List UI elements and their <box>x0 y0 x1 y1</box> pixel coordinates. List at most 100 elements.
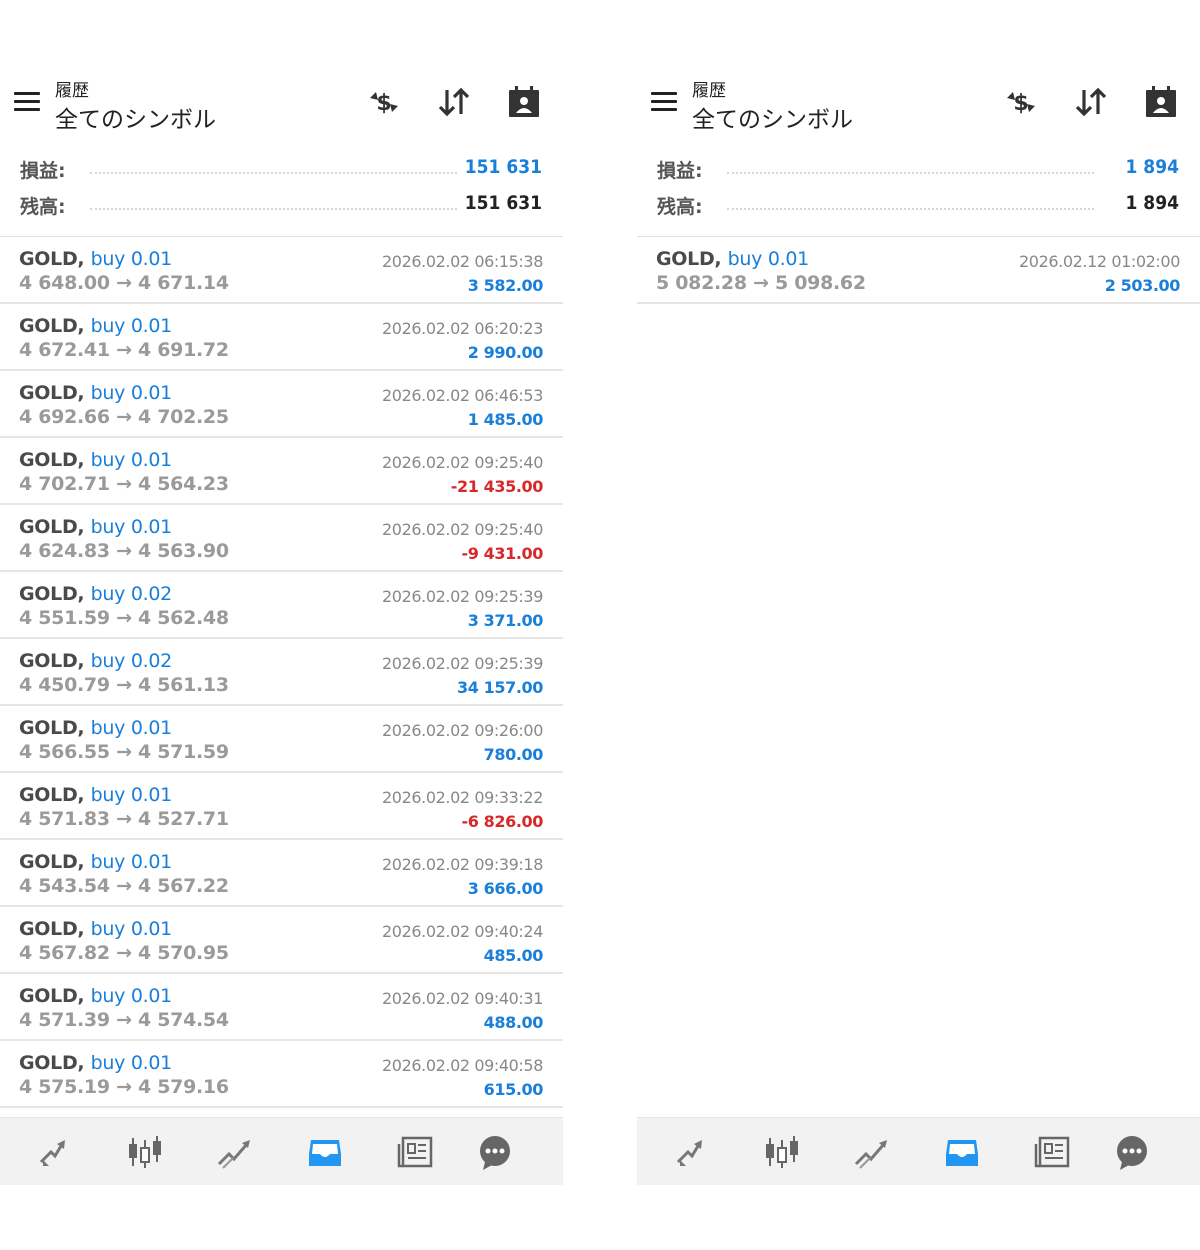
bottom-nav <box>637 1117 1200 1185</box>
currency-exchange-icon[interactable]: $ <box>1001 82 1041 122</box>
deal-prices: 4 624.83 → 4 563.90 <box>19 540 229 562</box>
deal-symbol: GOLD, buy 0.01 <box>19 449 172 471</box>
profit-value: 1 894 <box>1125 156 1179 178</box>
summary-balance-row: 残高: 1 894 <box>637 188 1200 224</box>
deal-profit: 3 371.00 <box>467 611 544 630</box>
calendar-icon[interactable] <box>504 82 544 122</box>
deal-time: 2026.02.02 09:40:31 <box>382 989 543 1008</box>
deal-prices: 4 692.66 → 4 702.25 <box>19 406 229 428</box>
deal-type-volume: buy 0.01 <box>90 248 173 270</box>
header-section-label: 履歴 <box>55 81 89 101</box>
history-inbox-icon[interactable] <box>305 1132 345 1172</box>
deal-time: 2026.02.02 09:25:39 <box>382 587 543 606</box>
deal-symbol: GOLD, buy 0.01 <box>19 851 172 873</box>
summary-profit-row: 損益: 1 894 <box>637 152 1200 188</box>
deal-type-volume: buy 0.01 <box>90 784 173 806</box>
deal-row[interactable]: GOLD, buy 0.01 4 571.83 → 4 527.71 2026.02… <box>0 773 563 840</box>
deal-symbol: GOLD, buy 0.02 <box>19 650 172 672</box>
deal-row[interactable]: GOLD, buy 0.01 4 566.55 → 4 571.59 2026.02… <box>0 706 563 773</box>
deal-profit: 1 485.00 <box>467 410 544 429</box>
symbol-name: GOLD, <box>19 382 85 404</box>
balance-value: 151 631 <box>464 192 542 214</box>
symbol-name: GOLD, <box>19 851 85 873</box>
deal-profit: 3 582.00 <box>467 276 544 295</box>
deal-time: 2026.02.02 09:25:39 <box>382 654 543 673</box>
history-inbox-icon[interactable] <box>942 1132 982 1172</box>
news-icon[interactable] <box>396 1132 436 1172</box>
header-title[interactable]: 全てのシンボル <box>692 100 853 134</box>
deal-profit: 2 503.00 <box>1104 276 1181 295</box>
deal-type-volume: buy 0.01 <box>90 1052 173 1074</box>
history-panel-left: 履歴 全てのシンボル $ 損益: 151 631 残高: 151 631 GOL… <box>0 0 563 1185</box>
trade-icon[interactable] <box>35 1132 75 1172</box>
profit-value: 151 631 <box>464 156 542 178</box>
chart-icon[interactable] <box>215 1132 255 1172</box>
deal-prices: 4 702.71 → 4 564.23 <box>19 473 229 495</box>
deal-time: 2026.02.02 09:40:58 <box>382 1056 543 1075</box>
history-panel-right: 履歴 全てのシンボル $ 損益: 1 894 残高: 1 894 GOLD, b… <box>637 0 1200 1185</box>
summary-profit-row: 損益: 151 631 <box>0 152 563 188</box>
bottom-nav <box>0 1117 563 1185</box>
deal-profit: 3 666.00 <box>467 879 544 898</box>
deal-type-volume: buy 0.01 <box>90 717 173 739</box>
deal-row[interactable]: GOLD, buy 0.02 4 450.79 → 4 561.13 2026.02… <box>0 639 563 706</box>
menu-icon[interactable] <box>14 92 40 112</box>
candles-icon[interactable] <box>762 1132 802 1172</box>
deal-symbol: GOLD, buy 0.01 <box>19 382 172 404</box>
deal-row[interactable]: GOLD, buy 0.01 4 648.00 → 4 671.14 2026.02… <box>0 237 563 304</box>
deal-type-volume: buy 0.01 <box>727 248 810 270</box>
deal-type-volume: buy 0.01 <box>90 985 173 1007</box>
deal-symbol: GOLD, buy 0.01 <box>19 717 172 739</box>
chat-icon[interactable] <box>1112 1132 1152 1172</box>
deal-profit: 488.00 <box>483 1013 544 1032</box>
deal-prices: 4 672.41 → 4 691.72 <box>19 339 229 361</box>
summary: 損益: 1 894 残高: 1 894 <box>637 152 1200 224</box>
menu-icon[interactable] <box>651 92 677 112</box>
symbol-name: GOLD, <box>19 1052 85 1074</box>
symbol-name: GOLD, <box>19 650 85 672</box>
deal-prices: 4 648.00 → 4 671.14 <box>19 272 229 294</box>
sort-icon[interactable] <box>434 82 474 122</box>
deal-row[interactable]: GOLD, buy 0.01 4 672.41 → 4 691.72 2026.02… <box>0 304 563 371</box>
symbol-name: GOLD, <box>19 985 85 1007</box>
svg-text:$: $ <box>376 91 391 116</box>
profit-label: 損益: <box>657 160 703 182</box>
symbol-name: GOLD, <box>19 449 85 471</box>
deal-time: 2026.02.02 09:26:00 <box>382 721 543 740</box>
summary: 損益: 151 631 残高: 151 631 <box>0 152 563 224</box>
profit-label: 損益: <box>20 160 66 182</box>
deal-row[interactable]: GOLD, buy 0.01 5 082.28 → 5 098.62 2026.02… <box>637 237 1200 304</box>
currency-exchange-icon[interactable]: $ <box>364 82 404 122</box>
deal-type-volume: buy 0.01 <box>90 851 173 873</box>
dotted-leader <box>90 172 457 174</box>
header-title[interactable]: 全てのシンボル <box>55 100 216 134</box>
balance-label: 残高: <box>20 196 66 218</box>
deal-row[interactable]: GOLD, buy 0.02 4 551.59 → 4 562.48 2026.02… <box>0 572 563 639</box>
candles-icon[interactable] <box>125 1132 165 1172</box>
deal-symbol: GOLD, buy 0.01 <box>19 784 172 806</box>
deal-profit: -21 435.00 <box>450 477 544 496</box>
deal-type-volume: buy 0.01 <box>90 382 173 404</box>
app-header: 履歴 全てのシンボル $ <box>637 70 1200 140</box>
sort-icon[interactable] <box>1071 82 1111 122</box>
chart-icon[interactable] <box>852 1132 892 1172</box>
dotted-leader <box>727 172 1094 174</box>
deal-row[interactable]: GOLD, buy 0.01 4 567.82 → 4 570.95 2026.02… <box>0 907 563 974</box>
deal-row[interactable]: GOLD, buy 0.01 4 571.39 → 4 574.54 2026.02… <box>0 974 563 1041</box>
deal-symbol: GOLD, buy 0.01 <box>19 1052 172 1074</box>
deal-profit: 615.00 <box>483 1080 544 1099</box>
deal-row[interactable]: GOLD, buy 0.01 4 692.66 → 4 702.25 2026.02… <box>0 371 563 438</box>
deal-time: 2026.02.02 06:15:38 <box>382 252 543 271</box>
deal-symbol: GOLD, buy 0.01 <box>19 918 172 940</box>
deal-profit: -6 826.00 <box>461 812 544 831</box>
chat-icon[interactable] <box>475 1132 515 1172</box>
symbol-name: GOLD, <box>19 583 85 605</box>
deal-row[interactable]: GOLD, buy 0.01 4 543.54 → 4 567.22 2026.02… <box>0 840 563 907</box>
news-icon[interactable] <box>1033 1132 1073 1172</box>
calendar-icon[interactable] <box>1141 82 1181 122</box>
deal-row[interactable]: GOLD, buy 0.01 4 702.71 → 4 564.23 2026.02… <box>0 438 563 505</box>
symbol-name: GOLD, <box>19 248 85 270</box>
deal-row[interactable]: GOLD, buy 0.01 4 575.19 → 4 579.16 2026.02… <box>0 1041 563 1108</box>
deal-row[interactable]: GOLD, buy 0.01 4 624.83 → 4 563.90 2026.02… <box>0 505 563 572</box>
trade-icon[interactable] <box>672 1132 712 1172</box>
